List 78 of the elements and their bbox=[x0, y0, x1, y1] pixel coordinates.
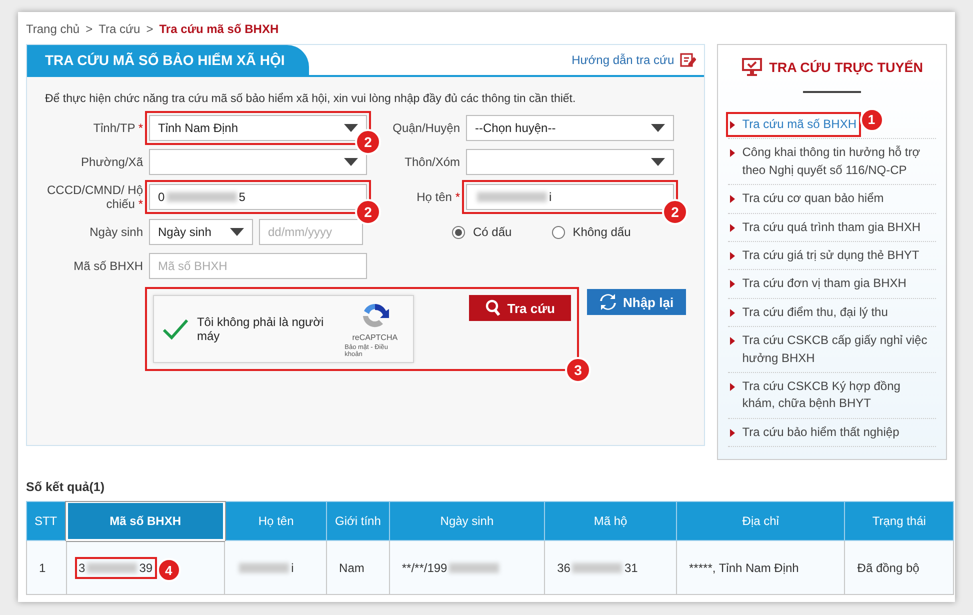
column-header: Họ tên bbox=[224, 502, 327, 540]
dropdown[interactable] bbox=[149, 149, 367, 175]
sidebar-link[interactable]: Tra cứu giá trị sử dụng thẻ BHYT bbox=[730, 246, 920, 264]
dropdown[interactable] bbox=[466, 149, 674, 175]
table-cell: *****, Tỉnh Nam Định bbox=[689, 560, 799, 574]
dropdown-caret-icon bbox=[651, 158, 665, 166]
bullet-icon bbox=[730, 337, 736, 346]
bullet-icon bbox=[730, 149, 736, 158]
annotation-badge: 4 bbox=[156, 558, 181, 582]
column-header: Mã số BHXH bbox=[66, 502, 225, 540]
sidebar-link[interactable]: Tra cứu CSKCB cấp giấy nghỉ việc hưởng BHXH bbox=[730, 332, 934, 367]
reset-button[interactable]: Nhập lại bbox=[587, 289, 686, 315]
table-cell: Nam bbox=[339, 560, 364, 574]
recaptcha-label: reCAPTCHA bbox=[352, 332, 398, 342]
breadcrumb-link[interactable]: Tra cứu bbox=[98, 22, 140, 36]
bullet-icon bbox=[730, 195, 736, 204]
sidebar-link[interactable]: Tra cứu quá trình tham gia BHXH bbox=[730, 218, 921, 236]
field-label: Họ tên * bbox=[416, 190, 460, 204]
annotation-badge: 2 bbox=[355, 129, 381, 155]
result-count: Số kết quả(1) bbox=[26, 480, 104, 494]
captcha-text: Tôi không phải là người máy bbox=[196, 315, 325, 343]
column-header: STT bbox=[26, 502, 66, 540]
sidebar-link[interactable]: Tra cứu CSKCB Ký hợp đồng khám, chữa bệnh BHYT bbox=[730, 378, 934, 413]
dropdown[interactable]: Ngày sinh bbox=[149, 219, 253, 245]
sidebar-title: TRA CỨU TRỰC TUYẾN bbox=[769, 60, 924, 74]
field-label: Ngày sinh bbox=[88, 225, 143, 239]
breadcrumb-link[interactable]: Trang chủ bbox=[26, 22, 80, 36]
search-button[interactable]: Tra cứu bbox=[469, 295, 571, 321]
field-label: Mã số BHXH bbox=[72, 259, 143, 273]
field-label: Tỉnh/TP * bbox=[92, 121, 143, 135]
intro-text: Để thực hiện chức năng tra cứu mã số bảo hiểm xã hội, xin vui lòng nhập đầy đủ các thông tin cần thiết. bbox=[45, 93, 577, 105]
sidebar-link[interactable]: Công khai thông tin hưởng hỗ trợ theo Nghị quyết số 116/NQ-CP bbox=[730, 144, 934, 180]
radio-option[interactable]: Có dấu bbox=[452, 219, 512, 245]
bullet-icon bbox=[730, 252, 736, 260]
search-icon bbox=[485, 299, 502, 317]
annotation-badge: 2 bbox=[355, 199, 381, 225]
sidebar-link[interactable]: Tra cứu bảo hiểm thất nghiệp bbox=[730, 424, 900, 442]
bullet-icon bbox=[730, 382, 736, 391]
edit-document-icon bbox=[680, 52, 696, 68]
sidebar-link[interactable]: Tra cứu mã số BHXH bbox=[730, 116, 857, 134]
panel-title: TRA CỨU MÃ SỐ BẢO HIỂM XÃ HỘI bbox=[27, 45, 309, 75]
field-label: Quận/Huyện bbox=[392, 121, 460, 135]
table-cell: 3 39 bbox=[78, 561, 153, 575]
column-header: Mã hộ bbox=[544, 502, 677, 540]
column-header: Địa chỉ bbox=[676, 502, 845, 540]
bullet-icon bbox=[730, 428, 736, 437]
field-label: Thôn/Xóm bbox=[404, 155, 460, 169]
field-label: CCCD/CMND/ Hộ chiếu * bbox=[46, 183, 143, 211]
sidebar-link[interactable]: Tra cứu đơn vị tham gia BHXH bbox=[730, 275, 906, 293]
breadcrumb-separator: > bbox=[86, 22, 93, 36]
dropdown-caret-icon bbox=[230, 228, 244, 236]
table-cell: 1 bbox=[39, 560, 46, 574]
sidebar-link[interactable]: Tra cứu điểm thu, đại lý thu bbox=[730, 304, 888, 322]
bullet-icon bbox=[730, 308, 736, 317]
annotation-badge: 2 bbox=[662, 199, 688, 225]
monitor-check-icon bbox=[741, 57, 764, 77]
radio-option[interactable]: Không dấu bbox=[552, 219, 631, 245]
annotation-badge: 3 bbox=[565, 357, 591, 383]
table-cell: i bbox=[237, 560, 294, 574]
field-label: Phường/Xã bbox=[80, 155, 143, 169]
dropdown-caret-icon bbox=[344, 158, 358, 166]
refresh-icon bbox=[599, 293, 617, 311]
dropdown-caret-icon bbox=[651, 124, 665, 132]
bullet-icon bbox=[730, 224, 736, 232]
help-link[interactable]: Hướng dẫn tra cứu bbox=[572, 52, 704, 68]
sidebar-link[interactable]: Tra cứu cơ quan bảo hiểm bbox=[730, 190, 884, 208]
bullet-icon bbox=[730, 121, 736, 129]
table-cell: Đã đồng bộ bbox=[857, 560, 920, 574]
bullet-icon bbox=[730, 280, 736, 288]
dropdown-caret-icon bbox=[344, 124, 358, 132]
table-cell: 36 31 bbox=[557, 560, 638, 574]
table-cell: **/**/199 bbox=[402, 560, 502, 574]
column-header: Trạng thái bbox=[844, 502, 954, 540]
annotation-badge: 1 bbox=[860, 108, 884, 132]
column-header: Giới tính bbox=[326, 502, 390, 540]
column-header: Ngày sinh bbox=[389, 502, 545, 540]
dropdown[interactable]: --Chọn huyện-- bbox=[466, 115, 674, 141]
breadcrumb-separator: > bbox=[146, 22, 154, 36]
